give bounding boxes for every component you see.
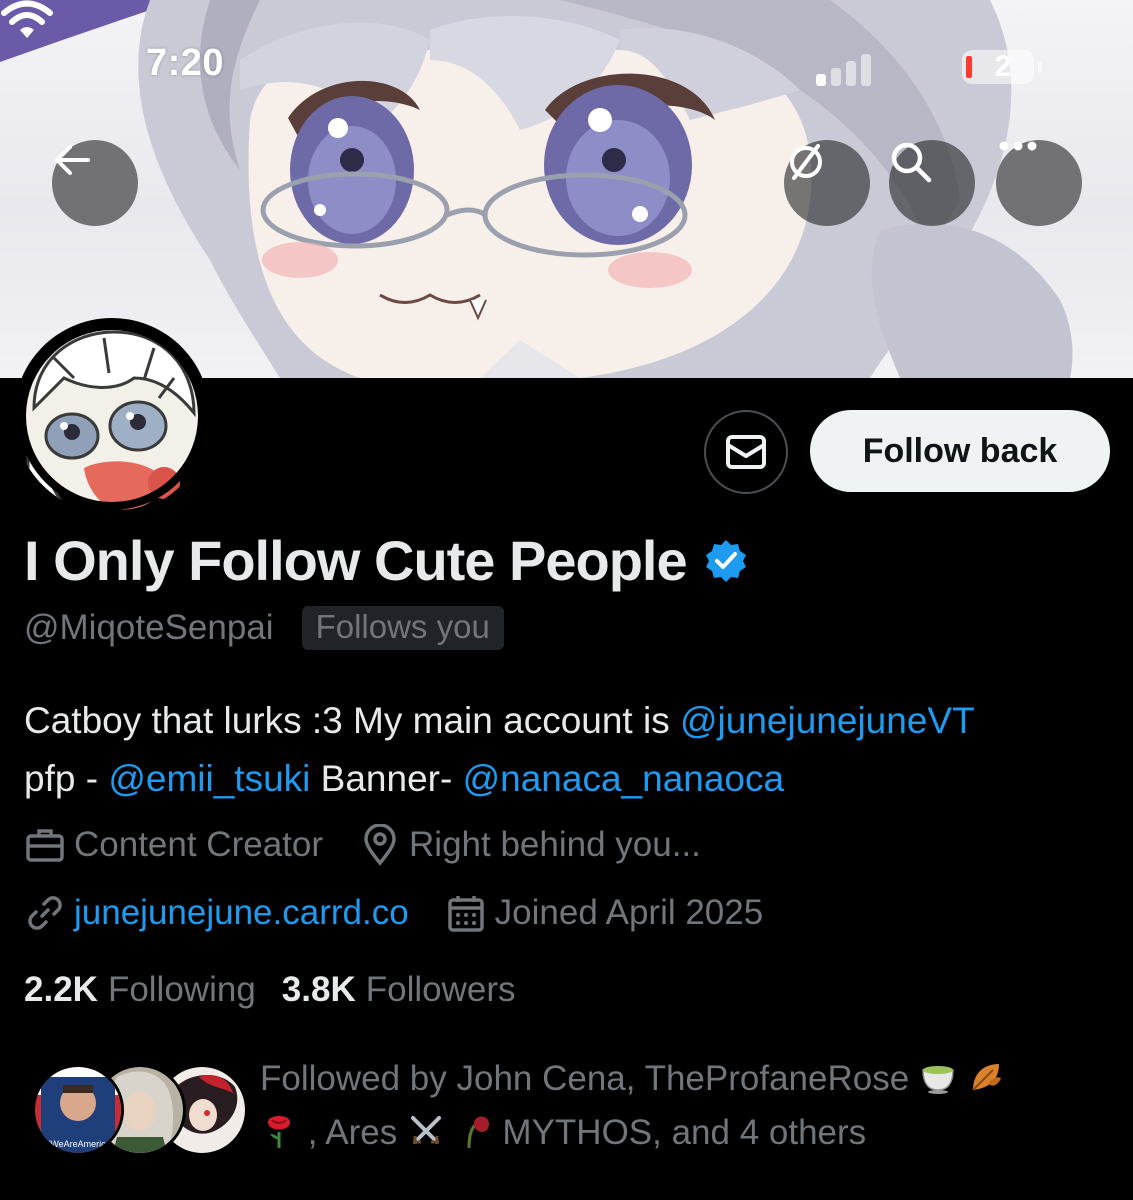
bio-mention-banner-artist[interactable]: @nanaca_nanaoca xyxy=(463,758,785,799)
following-count: 2.2K xyxy=(24,970,98,1009)
status-bar-time: 7:20 xyxy=(146,42,225,84)
search-icon xyxy=(891,142,932,183)
teacup-icon xyxy=(922,1066,954,1094)
followers-stat[interactable]: 3.8K Followers xyxy=(282,970,516,1010)
username-handle: @MiqoteSenpai xyxy=(24,608,274,647)
category-item: Content Creator xyxy=(24,824,323,866)
following-label: Following xyxy=(107,970,256,1009)
search-button[interactable] xyxy=(889,140,975,226)
bio-text: Catboy that lurks :3 My main account is xyxy=(24,700,680,741)
mutual-avatar-caption: #WeAreAmerica xyxy=(45,1139,110,1149)
bio-text: Banner- xyxy=(310,758,463,799)
website-item[interactable]: junejunejune.carrd.co xyxy=(24,892,409,934)
follows-you-badge: Follows you xyxy=(301,606,504,650)
joined-item: Joined April 2025 xyxy=(445,892,764,934)
profile-bio: Catboy that lurks :3 My main account is … xyxy=(24,692,1119,808)
followed-by-avatars[interactable]: #WeAreAmerica xyxy=(32,1064,248,1156)
more-dots-icon xyxy=(999,141,1037,151)
arrow-left-icon xyxy=(55,145,90,175)
wifi-icon xyxy=(1,0,53,38)
battery-level: 2 xyxy=(994,50,1012,83)
back-button[interactable] xyxy=(52,140,138,226)
followed-by-prefix: Followed by John Cena, TheProfaneRose xyxy=(260,1059,910,1098)
calendar-icon xyxy=(447,896,484,932)
rose-icon xyxy=(268,1116,290,1148)
followers-count: 3.8K xyxy=(281,970,356,1009)
translate-toggle-button[interactable] xyxy=(784,140,870,226)
handle-row: @MiqoteSenpai Follows you xyxy=(24,606,504,650)
category-label: Content Creator xyxy=(74,825,324,864)
location-label: Right behind you... xyxy=(409,825,701,864)
battery-indicator: 2 xyxy=(962,50,1042,84)
envelope-icon xyxy=(726,435,766,469)
more-options-button[interactable] xyxy=(996,140,1082,226)
followed-by-text[interactable]: Followed by John Cena, TheProfaneRose , … xyxy=(260,1052,1110,1160)
wilted-flower-icon xyxy=(467,1116,489,1149)
bio-mention-pfp-artist[interactable]: @emii_tsuki xyxy=(108,758,310,799)
followed-by-part2: , Ares xyxy=(307,1113,398,1152)
display-name-row: I Only Follow Cute People xyxy=(24,528,749,593)
follow-stats: 2.2K Following 3.8K Followers xyxy=(24,970,542,1010)
follow-back-button[interactable]: Follow back xyxy=(810,410,1110,492)
followers-label: Followers xyxy=(365,970,516,1009)
location-item: Right behind you... xyxy=(359,824,701,866)
joined-date: Joined April 2025 xyxy=(494,893,764,932)
display-name: I Only Follow Cute People xyxy=(24,529,688,592)
website-link[interactable]: junejunejune.carrd.co xyxy=(74,893,409,933)
following-stat[interactable]: 2.2K Following xyxy=(24,970,256,1010)
profile-meta-row: Content Creator Right behind you... xyxy=(24,824,737,866)
verified-badge-icon[interactable] xyxy=(703,538,749,584)
cellular-signal-icon xyxy=(816,50,876,86)
crossed-swords-icon xyxy=(410,1116,441,1144)
message-button[interactable] xyxy=(704,410,788,494)
bio-mention-main-account[interactable]: @junejunejuneVT xyxy=(680,700,975,741)
location-pin-icon xyxy=(364,824,396,866)
briefcase-icon xyxy=(26,829,64,862)
profile-avatar[interactable] xyxy=(14,318,210,514)
bio-text: pfp - xyxy=(24,758,109,799)
profile-meta-row: junejunejune.carrd.co Joined April 2025 xyxy=(24,892,799,934)
no-translate-icon xyxy=(790,144,822,180)
avatar-illustration xyxy=(18,322,206,514)
falling-leaf-icon xyxy=(971,1064,1001,1091)
mutual-avatar-john-cena[interactable]: #WeAreAmerica xyxy=(32,1064,124,1156)
followed-by-part3: MYTHOS, and 4 others xyxy=(502,1113,867,1152)
link-icon xyxy=(28,896,62,930)
